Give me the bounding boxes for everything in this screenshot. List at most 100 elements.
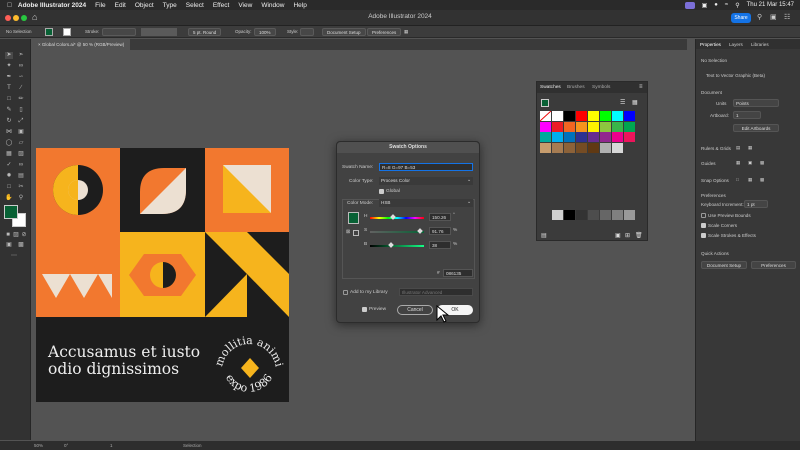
menu-effect[interactable]: Effect — [213, 2, 230, 9]
hue-slider[interactable] — [370, 214, 424, 220]
stroke-swatch[interactable] — [63, 28, 71, 36]
snap-to-pixel-icon[interactable]: ▩ — [760, 177, 764, 183]
menu-window[interactable]: Window — [261, 2, 284, 9]
units-select[interactable]: Points — [733, 99, 779, 107]
screen-mode-icon[interactable]: ▩ — [17, 242, 25, 249]
tab-layers[interactable]: Layers — [729, 42, 743, 47]
artboard-select[interactable]: 1 — [733, 111, 761, 119]
swatch-color[interactable] — [540, 142, 551, 153]
saturation-input[interactable]: 91.76 — [429, 227, 451, 235]
swatch-gray[interactable] — [564, 210, 575, 220]
scale-strokes-checkbox[interactable] — [701, 233, 706, 238]
brush-definition[interactable]: 5 pt. Round — [188, 28, 222, 36]
arrange-documents-icon[interactable]: ▦ — [404, 28, 408, 36]
mesh-tool-icon[interactable]: ▦ — [5, 151, 13, 158]
pen-tool-icon[interactable]: ✒ — [5, 74, 13, 81]
scale-corners-checkbox[interactable] — [701, 223, 706, 228]
magic-wand-tool-icon[interactable]: ✦ — [5, 63, 13, 70]
swatch-color[interactable] — [564, 132, 575, 142]
swatch-gray[interactable] — [624, 210, 635, 220]
out-of-gamut-icon[interactable]: ⊠ — [346, 230, 350, 235]
menu-app-name[interactable]: Adobe Illustrator 2024 — [18, 2, 86, 9]
arrange-icon[interactable]: ☷ — [784, 13, 790, 21]
swatch-gray[interactable] — [576, 210, 587, 220]
swatch-color[interactable] — [612, 111, 623, 121]
swatch-color[interactable] — [600, 111, 611, 121]
line-tool-icon[interactable]: ∕ — [17, 85, 25, 92]
rotation-angle[interactable]: 0° — [64, 443, 68, 448]
swatch-color[interactable] — [576, 142, 587, 153]
search-help-icon[interactable]: ⚲ — [757, 13, 762, 21]
keyboard-increment-input[interactable]: 1 pt — [744, 200, 768, 208]
gradient-mode-icon[interactable]: ▨ — [12, 232, 20, 239]
swatch-color[interactable] — [552, 111, 563, 121]
swatch-color[interactable] — [612, 142, 623, 153]
document-tab[interactable]: × Global Colors.ai* @ 50 % (RGB/Preview) — [32, 39, 131, 50]
brightness-slider[interactable] — [370, 242, 424, 248]
opacity-field[interactable]: 100% — [254, 28, 276, 36]
swatch-color[interactable] — [612, 132, 623, 142]
type-tool-icon[interactable]: T — [5, 85, 13, 92]
swatch-color[interactable] — [588, 132, 599, 142]
swatch-color[interactable] — [588, 121, 599, 132]
delete-swatch-icon[interactable]: 🗑 — [635, 232, 643, 239]
grid-view-icon[interactable]: ▦ — [632, 99, 638, 106]
fill-color-box[interactable] — [4, 205, 18, 219]
swatch-name-input[interactable]: R=8 G=97 B=53 — [379, 163, 473, 171]
swatch-gray[interactable] — [552, 210, 563, 220]
dropbox-icon[interactable]: ▣ — [702, 2, 708, 9]
swatch-color[interactable] — [576, 132, 587, 142]
menu-type[interactable]: Type — [163, 2, 177, 9]
smart-guides-icon[interactable]: ▩ — [760, 160, 764, 166]
swatch-color[interactable] — [564, 121, 575, 132]
swatch-color[interactable] — [540, 132, 551, 142]
graphic-style-picker[interactable] — [300, 28, 314, 36]
paintbrush-tool-icon[interactable]: ✏ — [17, 96, 25, 103]
cancel-button[interactable]: Cancel — [397, 305, 433, 315]
search-icon[interactable]: ⚲ — [735, 2, 739, 9]
zoom-tool-icon[interactable]: ⚲ — [17, 195, 25, 202]
swatch-color[interactable] — [600, 132, 611, 142]
shape-builder-tool-icon[interactable]: ◯ — [5, 140, 13, 147]
preferences-button[interactable]: Preferences — [367, 28, 402, 36]
hex-input[interactable]: 086135 — [443, 269, 473, 277]
swatch-color[interactable] — [624, 111, 635, 121]
artboard-navigator[interactable]: 1 — [110, 443, 113, 448]
drawing-modes-icon[interactable]: ▣ — [5, 242, 13, 249]
slice-tool-icon[interactable]: ✂ — [17, 184, 25, 191]
tab-swatches[interactable]: Swatches — [540, 85, 561, 90]
tab-properties[interactable]: Properties — [700, 42, 721, 47]
panel-menu-icon[interactable]: ≡ — [639, 84, 643, 90]
blend-tool-icon[interactable]: ∞ — [17, 162, 25, 169]
tab-libraries[interactable]: Libraries — [751, 42, 769, 47]
hand-tool-icon[interactable]: ✋ — [5, 195, 13, 202]
apple-icon[interactable]:  — [7, 2, 12, 9]
eraser-tool-icon[interactable]: ▯ — [17, 107, 25, 114]
swatch-color[interactable] — [576, 111, 587, 121]
new-swatch-icon[interactable]: ⊞ — [625, 232, 630, 239]
text-to-vector-link[interactable]: Text to Vector Graphic (Beta) — [706, 73, 765, 78]
stroke-weight-field[interactable] — [102, 28, 136, 36]
perspective-grid-tool-icon[interactable]: ▱ — [17, 140, 25, 147]
scale-tool-icon[interactable]: ⤢ — [17, 118, 25, 125]
symbol-sprayer-tool-icon[interactable]: ✹ — [5, 173, 13, 180]
snap-to-point-icon[interactable]: □ — [736, 177, 739, 182]
fill-swatch[interactable] — [45, 28, 53, 36]
hue-input[interactable]: 150.26 — [429, 213, 451, 221]
document-setup-quick-button[interactable]: Document Setup — [701, 261, 747, 269]
eyedropper-tool-icon[interactable]: ✓ — [5, 162, 13, 169]
menu-select[interactable]: Select — [186, 2, 204, 9]
width-tool-icon[interactable]: ⋈ — [5, 129, 13, 136]
lock-guides-icon[interactable]: ▣ — [748, 160, 752, 166]
wifi-icon[interactable]: ≈ — [725, 2, 728, 8]
rotate-tool-icon[interactable]: ↻ — [5, 118, 13, 125]
active-fill-swatch[interactable] — [541, 99, 549, 107]
color-mode-icon[interactable]: ■ — [4, 232, 12, 239]
show-rulers-icon[interactable]: ▤ — [736, 145, 740, 151]
rectangle-tool-icon[interactable]: □ — [5, 96, 13, 103]
menu-view[interactable]: View — [238, 2, 252, 9]
free-transform-tool-icon[interactable]: ▣ — [17, 129, 25, 136]
clock[interactable]: Thu 21 Mar 15:47 — [747, 2, 794, 8]
swatch-color[interactable] — [600, 142, 611, 153]
swatch-libraries-icon[interactable]: ▤ — [541, 232, 547, 239]
